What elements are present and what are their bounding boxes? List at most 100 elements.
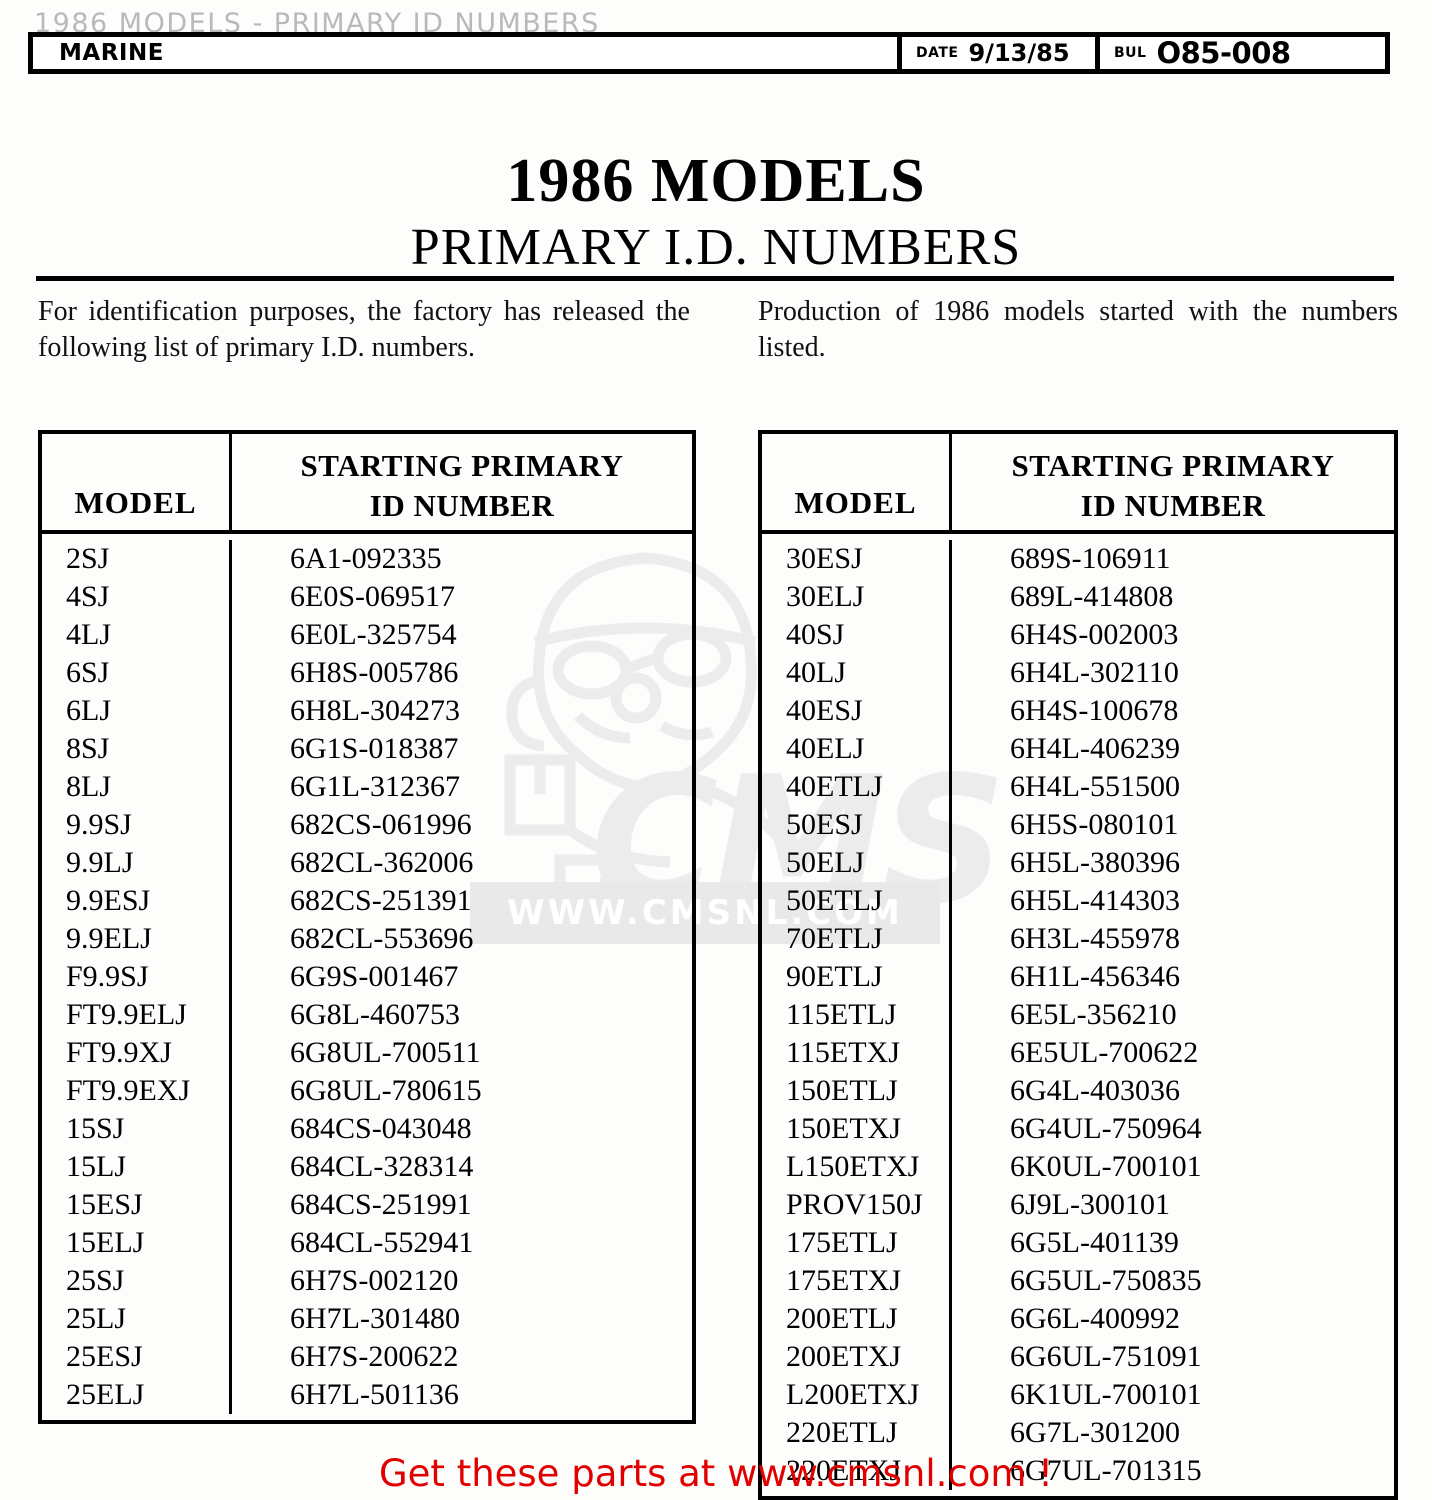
table-header-row-left: MODEL STARTING PRIMARY ID NUMBER [42, 434, 692, 534]
cell-model: 175ETLJ [762, 1224, 952, 1262]
cell-model: 30ESJ [762, 540, 952, 578]
table-row: 15LJ 684CL-328314 [42, 1148, 692, 1186]
cell-starting-id: 6G6UL-751091 [1010, 1340, 1202, 1373]
cell-model: 9.9SJ [42, 806, 232, 844]
table-row: 40ELJ 6H4L-406239 [762, 730, 1394, 768]
cell-starting-id: 6K1UL-700101 [1010, 1378, 1202, 1411]
cell-starting-id: 6H4S-002003 [1010, 618, 1179, 651]
table-row: 40LJ 6H4L-302110 [762, 654, 1394, 692]
table-row: 30ELJ 689L-414808 [762, 578, 1394, 616]
table-row: 150ETLJ 6G4L-403036 [762, 1072, 1394, 1110]
date-label: DATE [916, 45, 959, 61]
table-row: 150ETXJ 6G4UL-750964 [762, 1110, 1394, 1148]
cell-model: 2SJ [42, 540, 232, 578]
table-row: 200ETXJ 6G6UL-751091 [762, 1338, 1394, 1376]
cell-model: F9.9SJ [42, 958, 232, 996]
table-row: PROV150J 6J9L-300101 [762, 1186, 1394, 1224]
cell-starting-id: 682CS-251391 [290, 884, 472, 917]
bulletin-header-bar: MARINE DATE 9/13/85 BUL O85-008 [28, 32, 1390, 74]
cell-model: 40LJ [762, 654, 952, 692]
id-table-left: MODEL STARTING PRIMARY ID NUMBER 2SJ 6A1-… [38, 430, 696, 1424]
table-body-right: 30ESJ 689S-106911 30ELJ 689L-414808 40SJ 6H4S… [762, 534, 1394, 1496]
cell-starting-id: 682CS-061996 [290, 808, 472, 841]
cell-model: 4LJ [42, 616, 232, 654]
promo-text: Get these parts at www.cmsnl.com ! [378, 1452, 1053, 1495]
column-header-line1: STARTING PRIMARY [1011, 448, 1335, 483]
cell-model: 15SJ [42, 1110, 232, 1148]
cell-model: 200ETXJ [762, 1338, 952, 1376]
column-header-starting-id: STARTING PRIMARY ID NUMBER [232, 434, 692, 530]
table-row: F9.9SJ 6G9S-001467 [42, 958, 692, 996]
cell-model: 15LJ [42, 1148, 232, 1186]
cell-starting-id: 6G5L-401139 [1010, 1226, 1179, 1259]
column-header-line1: STARTING PRIMARY [300, 448, 624, 483]
cell-model: 220ETLJ [762, 1414, 952, 1452]
division-label: MARINE [59, 40, 164, 66]
cell-model: 6LJ [42, 692, 232, 730]
table-row: 40ESJ 6H4S-100678 [762, 692, 1394, 730]
cell-starting-id: 6J9L-300101 [1010, 1188, 1170, 1221]
cell-starting-id: 684CL-328314 [290, 1150, 474, 1183]
cell-model: 150ETLJ [762, 1072, 952, 1110]
column-header-model: MODEL [42, 434, 232, 530]
table-row: 15ESJ 684CS-251991 [42, 1186, 692, 1224]
table-row: 70ETLJ 6H3L-455978 [762, 920, 1394, 958]
cell-model: 9.9LJ [42, 844, 232, 882]
cell-starting-id: 6G9S-001467 [290, 960, 459, 993]
cell-starting-id: 682CL-362006 [290, 846, 474, 879]
table-row: 115ETLJ 6E5L-356210 [762, 996, 1394, 1034]
table-row: 2SJ 6A1-092335 [42, 540, 692, 578]
cell-starting-id: 6H7S-002120 [290, 1264, 459, 1297]
id-table-right: MODEL STARTING PRIMARY ID NUMBER 30ESJ 68… [758, 430, 1398, 1500]
cell-starting-id: 6H8L-304273 [290, 694, 460, 727]
cell-starting-id: 6A1-092335 [290, 542, 442, 575]
cell-model: 25ELJ [42, 1376, 232, 1414]
cell-starting-id: 6H4L-302110 [1010, 656, 1179, 689]
cell-starting-id: 6G4L-403036 [1010, 1074, 1180, 1107]
intro-text-left: For identification purposes, the factory… [38, 296, 690, 363]
cell-model: 50ETLJ [762, 882, 952, 920]
cell-model: 25SJ [42, 1262, 232, 1300]
cell-starting-id: 6H7S-200622 [290, 1340, 459, 1373]
cell-model: 40ELJ [762, 730, 952, 768]
cell-model: 115ETLJ [762, 996, 952, 1034]
cell-model: FT9.9ELJ [42, 996, 232, 1034]
table-row: 15SJ 684CS-043048 [42, 1110, 692, 1148]
table-row: 9.9LJ 682CL-362006 [42, 844, 692, 882]
table-body-left: 2SJ 6A1-092335 4SJ 6E0S-069517 4LJ 6E0L-32575… [42, 534, 692, 1420]
bulletin-label: BUL [1114, 45, 1147, 61]
cell-starting-id: 689S-106911 [1010, 542, 1171, 575]
intro-text-right: Production of 1986 models started with t… [758, 296, 1398, 363]
cell-starting-id: 6H1L-456346 [1010, 960, 1180, 993]
cell-starting-id: 6G8UL-700511 [290, 1036, 481, 1069]
cell-starting-id: 6G5UL-750835 [1010, 1264, 1202, 1297]
table-row: FT9.9XJ 6G8UL-700511 [42, 1034, 692, 1072]
cell-starting-id: 684CS-251991 [290, 1188, 472, 1221]
table-row: 15ELJ 684CL-552941 [42, 1224, 692, 1262]
table-row: 220ETLJ 6G7L-301200 [762, 1414, 1394, 1452]
cell-starting-id: 689L-414808 [1010, 580, 1174, 613]
cell-model: 90ETLJ [762, 958, 952, 996]
cell-starting-id: 6G7L-301200 [1010, 1416, 1180, 1449]
cell-starting-id: 6H8S-005786 [290, 656, 459, 689]
date-field: DATE 9/13/85 [897, 37, 1095, 69]
cell-model: 15ESJ [42, 1186, 232, 1224]
cell-starting-id: 6G8L-460753 [290, 998, 460, 1031]
table-header-row-right: MODEL STARTING PRIMARY ID NUMBER [762, 434, 1394, 534]
cell-starting-id: 6H4S-100678 [1010, 694, 1179, 727]
cell-model: L150ETXJ [762, 1148, 952, 1186]
cell-model: 40ETLJ [762, 768, 952, 806]
cell-model: 50ESJ [762, 806, 952, 844]
cell-model: 6SJ [42, 654, 232, 692]
column-header-model: MODEL [762, 434, 952, 530]
cell-starting-id: 6G1S-018387 [290, 732, 459, 765]
table-row: 30ESJ 689S-106911 [762, 540, 1394, 578]
cell-model: 15ELJ [42, 1224, 232, 1262]
table-row: 175ETLJ 6G5L-401139 [762, 1224, 1394, 1262]
cell-model: FT9.9XJ [42, 1034, 232, 1072]
cell-starting-id: 6H4L-406239 [1010, 732, 1180, 765]
table-row: 6SJ 6H8S-005786 [42, 654, 692, 692]
cell-starting-id: 6K0UL-700101 [1010, 1150, 1202, 1183]
table-row: L200ETXJ 6K1UL-700101 [762, 1376, 1394, 1414]
column-header-line2: ID NUMBER [369, 488, 555, 523]
